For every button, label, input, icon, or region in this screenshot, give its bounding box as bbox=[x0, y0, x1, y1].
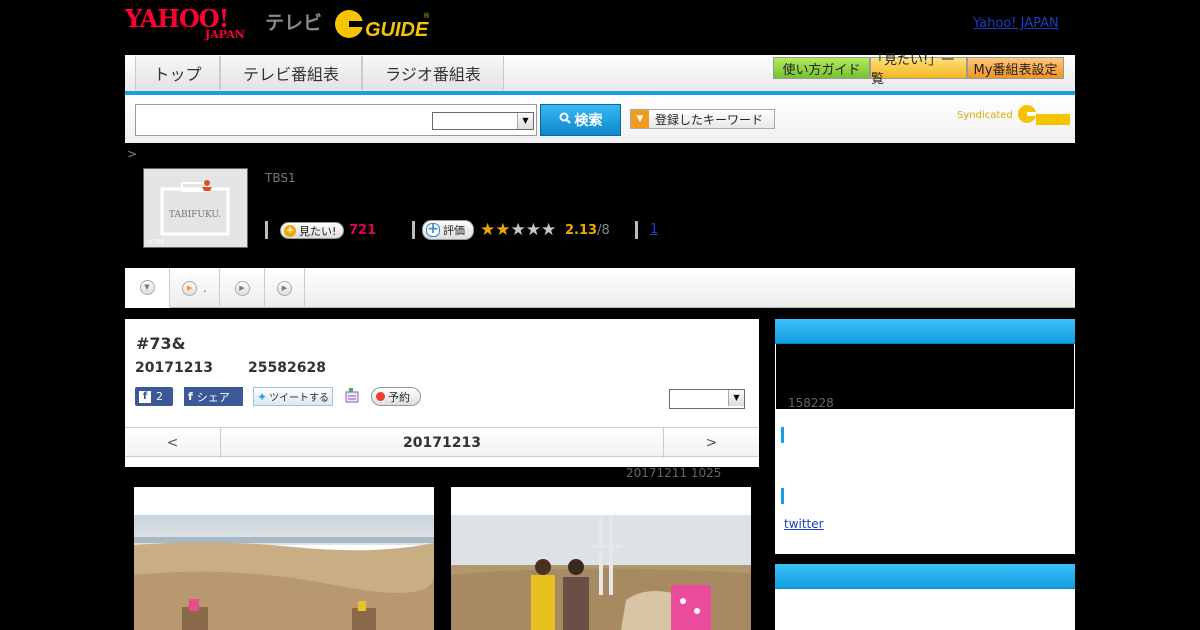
sidebar-header bbox=[775, 319, 1075, 344]
tab-1[interactable]: ▶ . bbox=[170, 268, 220, 308]
search-button-label: 検索 bbox=[574, 113, 603, 129]
star-filled-icon: ★ bbox=[495, 220, 511, 240]
episode-title: #73& bbox=[136, 334, 186, 353]
mitai-button[interactable]: + 見たい! bbox=[280, 222, 344, 239]
yahoo-japan-logo[interactable]: YAHOO! JAPAN bbox=[125, 6, 261, 42]
global-nav: トップ テレビ番組表 ラジオ番組表 使い方ガイド 「見たい!」一覧 My番組表設… bbox=[125, 53, 1075, 95]
twitter-bird-icon: ✦ bbox=[257, 389, 268, 404]
sidebar-number: 158228 bbox=[788, 396, 834, 410]
yahoo-logo-sub: JAPAN bbox=[205, 28, 245, 41]
tweet-button[interactable]: ✦ ツイートする bbox=[253, 387, 333, 406]
thumb-text: TABIFUKU. bbox=[169, 210, 221, 220]
gguide-logo-text: GUIDE bbox=[365, 19, 429, 41]
search-button[interactable]: 検索 bbox=[540, 104, 621, 136]
section-marker bbox=[781, 427, 784, 443]
svg-text:®: ® bbox=[424, 12, 430, 20]
section-marker bbox=[781, 488, 784, 504]
episode-photo-2[interactable] bbox=[451, 487, 751, 630]
registered-keyword-button[interactable]: ▼ 登録したキーワード bbox=[630, 109, 775, 129]
sidebar-header bbox=[775, 564, 1075, 589]
desert-photo-image bbox=[134, 515, 434, 630]
mitai-list-button[interactable]: 「見たい!」一覧 bbox=[870, 53, 967, 87]
updated-timestamp: 20171211 1025 bbox=[626, 466, 722, 480]
review-count-link[interactable]: 1 bbox=[650, 222, 658, 237]
reserve-button[interactable]: 予約 bbox=[371, 387, 421, 406]
camel-photo-image bbox=[451, 515, 751, 630]
divider bbox=[635, 221, 638, 239]
prev-day-button[interactable]: < bbox=[125, 428, 220, 458]
play-icon: ▶ bbox=[277, 280, 292, 296]
star-empty-icon: ★ bbox=[510, 220, 526, 240]
star-empty-icon: ★ bbox=[541, 220, 557, 240]
play-icon: ▶ bbox=[182, 280, 198, 296]
facebook-icon: f bbox=[139, 390, 151, 403]
program-tabs: ▼ ▶ . ▶ ▶ bbox=[125, 268, 1075, 308]
nav-tab-tv-schedule[interactable]: テレビ番組表 bbox=[220, 56, 362, 90]
program-thumbnail: TABIFUKU. ©TBS bbox=[143, 168, 248, 248]
episode-select[interactable]: ▼ bbox=[669, 389, 745, 409]
twitter-link[interactable]: twitter bbox=[784, 517, 824, 531]
nav-tab-top[interactable]: トップ bbox=[135, 56, 220, 90]
yahoo-japan-link[interactable]: Yahoo! JAPAN bbox=[973, 16, 1059, 31]
channel-name: TBS1 bbox=[265, 171, 296, 185]
chevron-down-icon: ▼ bbox=[728, 390, 744, 406]
breadcrumb: > bbox=[127, 147, 138, 161]
rating-stars: ★★★★★ bbox=[480, 220, 556, 240]
guide-button[interactable]: 使い方ガイド bbox=[773, 57, 870, 79]
nav-tab-radio-schedule[interactable]: ラジオ番組表 bbox=[362, 56, 504, 90]
facebook-like-button[interactable]: f 2 bbox=[135, 387, 173, 406]
tab-2[interactable]: ▶ bbox=[220, 268, 265, 308]
current-date: 20171213 bbox=[220, 428, 664, 458]
syndicated-gguide-logo: Syndicated bbox=[957, 103, 1072, 127]
facebook-share-button[interactable]: f シェア bbox=[184, 387, 243, 406]
episode-code: 25582628 bbox=[248, 360, 326, 376]
chevron-down-icon: ▼ bbox=[139, 279, 155, 295]
my-schedule-settings-button[interactable]: My番組表設定 bbox=[967, 57, 1064, 79]
tab-0[interactable]: ▼ bbox=[125, 268, 170, 308]
rate-button[interactable]: + 評価 bbox=[422, 220, 474, 240]
facebook-icon: f bbox=[188, 390, 193, 403]
next-day-button[interactable]: > bbox=[664, 428, 759, 458]
triangle-down-icon: ▼ bbox=[631, 110, 649, 128]
registered-keyword-label: 登録したキーワード bbox=[655, 112, 764, 127]
bookmark-add-icon[interactable] bbox=[344, 387, 360, 404]
star-filled-icon: ★ bbox=[480, 220, 496, 240]
tab-3[interactable]: ▶ bbox=[265, 268, 305, 308]
plus-icon: + bbox=[284, 224, 296, 237]
record-icon bbox=[376, 392, 385, 401]
tv-label: テレビ bbox=[265, 12, 323, 34]
rating-score: 2.13/8 bbox=[565, 223, 610, 238]
episode-date: 20171213 bbox=[135, 360, 213, 376]
search-category-select[interactable]: ▼ bbox=[432, 112, 534, 130]
plus-icon: + bbox=[426, 221, 440, 237]
star-empty-icon: ★ bbox=[525, 220, 541, 240]
gguide-logo[interactable]: GUIDE ® bbox=[333, 6, 431, 42]
mitai-count: 721 bbox=[349, 223, 377, 238]
sidebar-panel: 158228 twitter bbox=[775, 319, 1075, 554]
thumb-caption: ©TBS bbox=[147, 239, 165, 246]
search-icon bbox=[559, 112, 571, 128]
divider bbox=[265, 221, 268, 239]
episode-photo-1[interactable] bbox=[134, 487, 434, 630]
episode-panel: #73& 20171213 25582628 f 2 f シェア ✦ ツイートす… bbox=[125, 319, 759, 467]
chevron-down-icon: ▼ bbox=[517, 113, 533, 129]
play-icon: ▶ bbox=[234, 280, 250, 296]
divider bbox=[412, 221, 415, 239]
search-bar: ▼ 検索 ▼ 登録したキーワード Syndicated bbox=[125, 95, 1075, 143]
date-pager: < 20171213 > bbox=[125, 427, 759, 458]
sidebar-panel-2 bbox=[775, 564, 1075, 630]
